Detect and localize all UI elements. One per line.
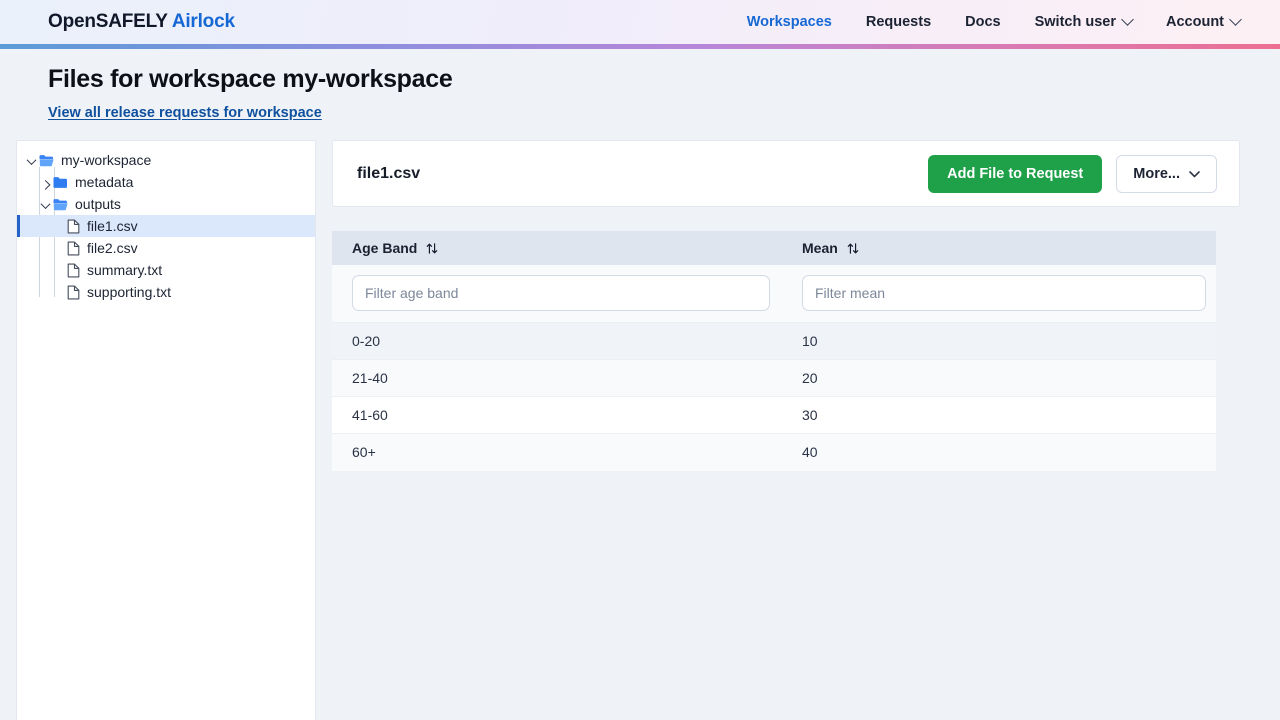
tree-item-label: supporting.txt [87, 284, 172, 300]
cell-mean: 40 [782, 433, 1216, 471]
file-actions: Add File to Request More... [928, 154, 1217, 193]
main-nav: Workspaces Requests Docs Switch user Account [747, 12, 1242, 30]
cell-age-band: 21-40 [332, 359, 782, 397]
chevron-down-icon [1121, 12, 1134, 26]
page-header: Files for workspace my-workspace View al… [0, 49, 1280, 122]
folder-open-icon [39, 154, 54, 167]
more-options-button[interactable]: More... [1116, 154, 1217, 193]
file-icon [67, 263, 80, 278]
selected-file-name: file1.csv [357, 164, 421, 182]
filter-cell [782, 265, 1216, 323]
tree-item-metadata[interactable]: metadata [17, 171, 315, 193]
tree-item-label: outputs [75, 196, 121, 212]
more-options-label: More... [1133, 165, 1180, 182]
column-header-inner: Mean [802, 240, 1216, 256]
folder-closed-icon [53, 176, 68, 189]
nav-item-switch-user[interactable]: Switch user [1034, 12, 1134, 30]
tree-item-supporting-txt[interactable]: supporting.txt [17, 281, 315, 303]
sort-icon[interactable] [847, 242, 859, 255]
cell-age-band: 60+ [332, 433, 782, 471]
cell-age-band: 41-60 [332, 396, 782, 434]
filter-cell [332, 265, 782, 323]
nav-item-docs[interactable]: Docs [965, 14, 1000, 30]
table-head: Age Band Mean [332, 231, 1216, 323]
file-tree: my-workspace metadata outputs file1.csv file… [17, 149, 315, 303]
table-header-row: Age Band Mean [332, 231, 1216, 265]
nav-item-label: Switch user [1034, 14, 1116, 30]
folder-open-icon [53, 198, 68, 211]
page-title: Files for workspace my-workspace [48, 65, 453, 93]
file-detail-card: file1.csv Add File to Request More... [332, 140, 1240, 207]
column-header-label: Mean [802, 240, 838, 256]
table-row: 21-40 20 [332, 359, 1216, 397]
brand-name-secondary: Airlock [171, 11, 235, 32]
table-filter-row [332, 265, 1216, 323]
nav-item-workspaces[interactable]: Workspaces [747, 14, 832, 30]
table-row: 0-20 10 [332, 322, 1216, 360]
table-row: 60+ 40 [332, 433, 1216, 471]
tree-item-label: file2.csv [87, 240, 138, 256]
nav-item-label: Account [1166, 14, 1224, 30]
file-tree-panel: my-workspace metadata outputs file1.csv file… [16, 140, 316, 720]
cell-age-band: 0-20 [332, 322, 782, 360]
chevron-down-icon [1229, 12, 1242, 26]
cell-mean: 30 [782, 396, 1216, 434]
tree-item-label: my-workspace [61, 152, 152, 168]
table-row: 41-60 30 [332, 396, 1216, 434]
tree-item-my-workspace[interactable]: my-workspace [17, 149, 315, 171]
data-table-container: Age Band Mean 0-201021-402041-603060+40 [332, 231, 1240, 471]
file-icon [67, 219, 80, 234]
nav-item-requests[interactable]: Requests [866, 14, 931, 30]
top-navigation-bar: OpenSAFELY Airlock Workspaces Requests Doc… [0, 0, 1280, 44]
view-all-release-requests-link[interactable]: View all release requests for workspace [48, 105, 322, 121]
content-column: file1.csv Add File to Request More... Ag… [316, 140, 1280, 471]
chevron-down-icon[interactable] [37, 196, 53, 212]
tree-item-summary-txt[interactable]: summary.txt [17, 259, 315, 281]
tree-item-label: summary.txt [87, 262, 163, 278]
nav-item-label: Workspaces [746, 14, 832, 30]
main-layout: my-workspace metadata outputs file1.csv file… [0, 140, 1280, 720]
cell-mean: 10 [782, 322, 1216, 360]
file-icon [67, 241, 80, 256]
column-header-mean[interactable]: Mean [782, 231, 1216, 265]
tree-item-outputs[interactable]: outputs [17, 193, 315, 215]
tree-item-label: metadata [75, 174, 134, 190]
filter-input-age-band[interactable] [352, 275, 770, 311]
chevron-right-icon[interactable] [37, 174, 53, 190]
column-header-inner: Age Band [352, 240, 782, 256]
tree-item-label: file1.csv [87, 218, 138, 234]
filter-input-mean[interactable] [802, 275, 1206, 311]
nav-item-label: Docs [965, 14, 1001, 30]
add-file-to-request-button[interactable]: Add File to Request [928, 154, 1103, 193]
table-body: 0-20 10 21-40 20 41-60 30 60+ 40 [332, 322, 1216, 471]
brand-name-primary: OpenSAFELY [48, 11, 168, 32]
chevron-down-icon [1189, 166, 1200, 182]
file-data-table: Age Band Mean 0-201021-402041-603060+40 [332, 231, 1216, 471]
column-header-label: Age Band [352, 240, 418, 256]
nav-item-account[interactable]: Account [1166, 12, 1242, 30]
tree-item-file2-csv[interactable]: file2.csv [17, 237, 315, 259]
column-header-age-band[interactable]: Age Band [332, 231, 782, 265]
nav-item-label: Requests [865, 14, 932, 30]
chevron-down-icon[interactable] [23, 152, 39, 168]
tree-item-file1-csv[interactable]: file1.csv [17, 215, 315, 237]
app-logo[interactable]: OpenSAFELY Airlock [48, 11, 235, 33]
cell-mean: 20 [782, 359, 1216, 397]
sort-icon[interactable] [426, 242, 438, 255]
file-icon [67, 285, 80, 300]
